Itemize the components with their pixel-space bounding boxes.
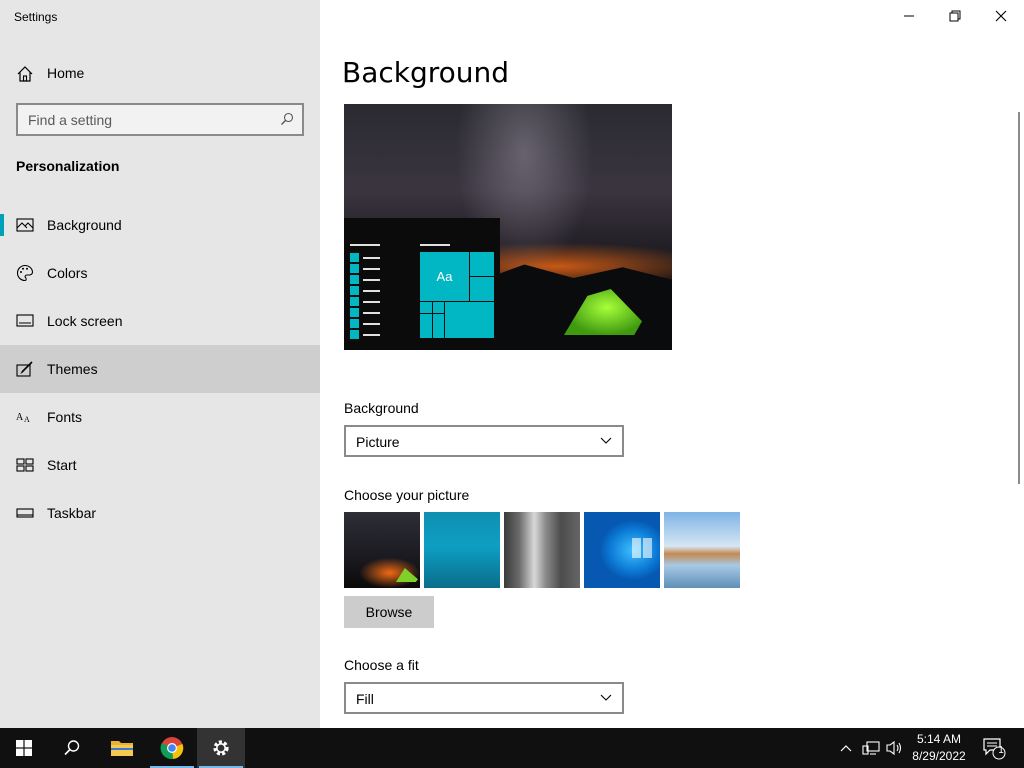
search-input[interactable]	[18, 105, 278, 134]
chevron-up-icon	[840, 745, 852, 752]
thumbnail-beach[interactable]	[664, 512, 740, 588]
font-icon: AA	[16, 412, 30, 424]
preview-start-menu: Aa	[344, 218, 500, 350]
preview-tiles-header-line	[420, 244, 450, 246]
scrollbar[interactable]	[1018, 112, 1020, 484]
chrome-icon	[160, 737, 184, 760]
sidebar-item-label: Themes	[47, 361, 98, 377]
sidebar: Settings Home Personalization Background…	[0, 0, 320, 728]
choose-picture-label: Choose your picture	[344, 487, 470, 503]
home-nav-item[interactable]: Home	[0, 56, 320, 90]
thumbnail-underwater[interactable]	[424, 512, 500, 588]
lock-screen-icon	[16, 314, 34, 327]
search-icon	[64, 740, 80, 756]
picture-thumbnails	[344, 512, 740, 588]
section-title: Personalization	[16, 158, 120, 174]
network-icon	[862, 741, 880, 755]
home-label: Home	[47, 65, 85, 81]
volume-button[interactable]	[884, 728, 906, 768]
thumbnail-windows-logo[interactable]	[584, 512, 660, 588]
show-hidden-icons-button[interactable]	[836, 728, 856, 768]
search-taskbar-button[interactable]	[48, 728, 96, 768]
nav-list: Background Colors Lock screen Themes AA …	[0, 201, 320, 537]
clock[interactable]: 5:14 AM 8/29/2022	[904, 731, 974, 765]
app-title: Settings	[14, 10, 58, 24]
preview-tile-text: Aa	[420, 252, 469, 301]
speaker-icon	[886, 740, 902, 756]
sidebar-item-label: Background	[47, 217, 122, 233]
background-preview: Aa	[344, 104, 672, 350]
sidebar-item-fonts[interactable]: AA Fonts	[0, 393, 320, 441]
start-tiles-icon	[16, 458, 34, 472]
sidebar-item-taskbar[interactable]: Taskbar	[0, 489, 320, 537]
restore-icon	[949, 10, 961, 22]
search-box[interactable]	[16, 103, 304, 136]
taskbar: 5:14 AM 8/29/2022 1	[0, 728, 1024, 768]
close-button[interactable]	[978, 0, 1024, 32]
palette-icon	[17, 264, 34, 282]
browse-button[interactable]: Browse	[344, 596, 434, 628]
clock-date: 8/29/2022	[912, 749, 966, 763]
chrome-button[interactable]	[148, 728, 196, 768]
sidebar-item-label: Fonts	[47, 409, 83, 425]
preview-app-list	[350, 252, 380, 340]
fit-dropdown[interactable]: Fill	[344, 682, 624, 714]
network-button[interactable]	[860, 728, 882, 768]
minimize-button[interactable]	[886, 0, 932, 32]
chevron-down-icon	[600, 694, 612, 701]
taskbar-icon	[16, 508, 34, 518]
preview-start-header-line	[350, 244, 380, 246]
svg-text:A: A	[24, 415, 30, 424]
sidebar-item-start[interactable]: Start	[0, 441, 320, 489]
chevron-down-icon	[600, 437, 612, 444]
home-icon	[17, 66, 33, 82]
sidebar-item-background[interactable]: Background	[0, 201, 320, 249]
thumbnail-night-tent[interactable]	[344, 512, 420, 588]
picture-icon	[16, 218, 34, 232]
background-type-label: Background	[344, 400, 419, 416]
notification-count: 1	[998, 745, 1004, 756]
close-icon	[995, 10, 1007, 22]
action-center-button[interactable]: 1	[980, 728, 1008, 768]
dropdown-value: Fill	[356, 691, 374, 707]
svg-text:A: A	[16, 412, 24, 423]
choose-fit-label: Choose a fit	[344, 657, 419, 673]
sidebar-item-label: Colors	[47, 265, 88, 281]
settings-taskbar-button[interactable]	[197, 728, 245, 768]
minimize-icon	[904, 15, 914, 17]
folder-icon	[111, 741, 133, 756]
clock-time: 5:14 AM	[916, 732, 962, 746]
sidebar-item-lock-screen[interactable]: Lock screen	[0, 297, 320, 345]
brush-icon	[16, 361, 33, 377]
thumbnail-waterfall[interactable]	[504, 512, 580, 588]
start-button[interactable]	[0, 728, 48, 768]
search-icon[interactable]	[280, 112, 294, 126]
sidebar-item-label: Start	[47, 457, 77, 473]
background-type-dropdown[interactable]: Picture	[344, 425, 624, 457]
restore-button[interactable]	[932, 0, 978, 32]
active-indicator	[0, 214, 4, 236]
sidebar-item-colors[interactable]: Colors	[0, 249, 320, 297]
sidebar-item-themes[interactable]: Themes	[0, 345, 320, 393]
preview-tiles: Aa	[420, 252, 494, 338]
dropdown-value: Picture	[356, 434, 400, 450]
sidebar-item-label: Lock screen	[47, 313, 123, 329]
windows-logo-icon	[16, 740, 32, 756]
page-title: Background	[342, 56, 510, 89]
gear-icon	[213, 740, 229, 756]
file-explorer-button[interactable]	[98, 728, 146, 768]
sidebar-item-label: Taskbar	[47, 505, 97, 521]
